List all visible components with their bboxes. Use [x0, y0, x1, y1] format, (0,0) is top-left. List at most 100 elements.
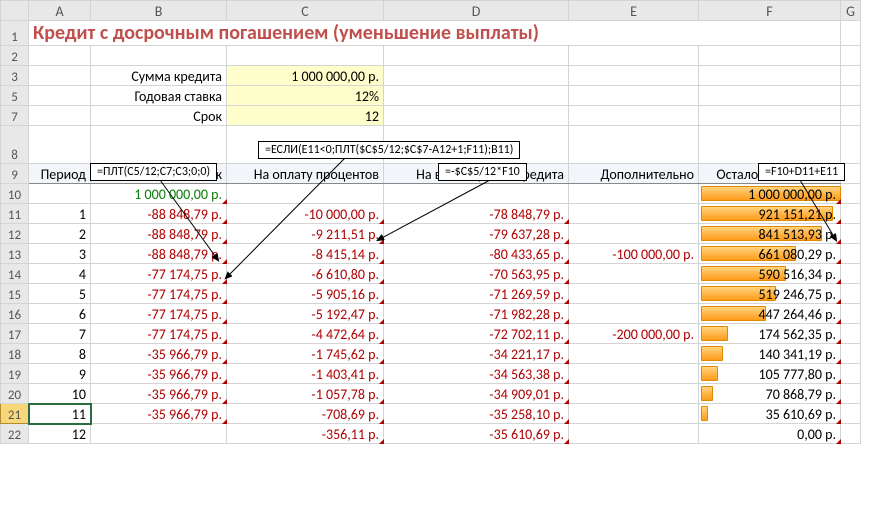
cell-payment[interactable]: -77 174,75 р.: [91, 324, 227, 344]
balance-cell[interactable]: 519 246,75 р.: [699, 284, 841, 304]
input-sum[interactable]: 1 000 000,00 р.: [227, 66, 384, 86]
cell-interest[interactable]: -6 610,80 р.: [227, 264, 384, 284]
cell-extra[interactable]: [569, 204, 699, 224]
table-row[interactable]: 122-88 848,79 р.-9 211,51 р.-79 637,28 р…: [1, 224, 861, 244]
row-number[interactable]: 12: [1, 224, 29, 244]
cell-interest[interactable]: -708,69 р.: [227, 404, 384, 424]
table-row[interactable]: 188-35 966,79 р.-1 745,62 р.-34 221,17 р…: [1, 344, 861, 364]
table-row[interactable]: 166-77 174,75 р.-5 192,47 р.-71 982,28 р…: [1, 304, 861, 324]
table-row[interactable]: 2111-35 966,79 р.-708,69 р.-35 258,10 р.…: [1, 404, 861, 424]
row-number[interactable]: 10: [1, 184, 29, 204]
row-number[interactable]: 20: [1, 384, 29, 404]
cell-period[interactable]: 5: [29, 284, 91, 304]
cell-extra[interactable]: [569, 224, 699, 244]
row-number[interactable]: 13: [1, 244, 29, 264]
row-number[interactable]: 16: [1, 304, 29, 324]
row-number[interactable]: 18: [1, 344, 29, 364]
row-number[interactable]: 7: [1, 106, 29, 126]
row-number[interactable]: 21: [1, 404, 29, 424]
cell-payment[interactable]: -77 174,75 р.: [91, 264, 227, 284]
cell-principal[interactable]: -72 702,11 р.: [384, 324, 569, 344]
cell-period[interactable]: 1: [29, 204, 91, 224]
cell-extra[interactable]: [569, 364, 699, 384]
table-row[interactable]: 2212 -356,11 р.-35 610,69 р. 0,00 р.: [1, 424, 861, 444]
balance-cell[interactable]: 140 341,19 р.: [699, 344, 841, 364]
balance-cell[interactable]: 105 777,80 р.: [699, 364, 841, 384]
balance-cell[interactable]: 921 151,21 р.: [699, 204, 841, 224]
cell-period[interactable]: 2: [29, 224, 91, 244]
cell-principal[interactable]: -78 848,79 р.: [384, 204, 569, 224]
balance-cell[interactable]: 841 513,93 р.: [699, 224, 841, 244]
table-row[interactable]: 177-77 174,75 р.-4 472,64 р.-72 702,11 р…: [1, 324, 861, 344]
cell-interest[interactable]: -1 403,41 р.: [227, 364, 384, 384]
cell-period[interactable]: 6: [29, 304, 91, 324]
cell-extra[interactable]: -200 000,00 р.: [569, 324, 699, 344]
row-number[interactable]: 22: [1, 424, 29, 444]
cell-principal[interactable]: -79 637,28 р.: [384, 224, 569, 244]
cell-payment[interactable]: -88 848,79 р.: [91, 204, 227, 224]
cell-interest[interactable]: -5 905,16 р.: [227, 284, 384, 304]
cell-extra[interactable]: -100 000,00 р.: [569, 244, 699, 264]
row-number[interactable]: 1: [1, 21, 29, 46]
cell-principal[interactable]: -80 433,65 р.: [384, 244, 569, 264]
cell-principal[interactable]: -34 909,01 р.: [384, 384, 569, 404]
row-number[interactable]: 9: [1, 164, 29, 184]
cell-interest[interactable]: -8 415,14 р.: [227, 244, 384, 264]
cell-period[interactable]: 12: [29, 424, 91, 444]
row-number[interactable]: 14: [1, 264, 29, 284]
col-header-E[interactable]: E: [569, 1, 699, 21]
cell-period[interactable]: 9: [29, 364, 91, 384]
cell-extra[interactable]: [569, 304, 699, 324]
col-header-A[interactable]: A: [29, 1, 91, 21]
table-row[interactable]: 2010-35 966,79 р.-1 057,78 р.-34 909,01 …: [1, 384, 861, 404]
cell-extra[interactable]: [569, 284, 699, 304]
table-row[interactable]: 111-88 848,79 р.-10 000,00 р.-78 848,79 …: [1, 204, 861, 224]
cell-principal[interactable]: -35 610,69 р.: [384, 424, 569, 444]
cell-interest[interactable]: -4 472,64 р.: [227, 324, 384, 344]
cell-period[interactable]: 4: [29, 264, 91, 284]
col-header-G[interactable]: G: [841, 1, 861, 21]
balance-cell[interactable]: 447 264,46 р.: [699, 304, 841, 324]
cell-principal[interactable]: -34 563,38 р.: [384, 364, 569, 384]
cell-period[interactable]: 11: [29, 404, 91, 424]
cell-payment[interactable]: -35 966,79 р.: [91, 404, 227, 424]
table-row[interactable]: 144-77 174,75 р.-6 610,80 р.-70 563,95 р…: [1, 264, 861, 284]
col-header-B[interactable]: B: [91, 1, 227, 21]
cell-payment[interactable]: -77 174,75 р.: [91, 304, 227, 324]
column-headers[interactable]: A B C D E F G: [1, 1, 861, 21]
cell-payment[interactable]: [91, 424, 227, 444]
cell-principal[interactable]: -71 982,28 р.: [384, 304, 569, 324]
cell-period[interactable]: 3: [29, 244, 91, 264]
cell-interest[interactable]: -9 211,51 р.: [227, 224, 384, 244]
col-header-F[interactable]: F: [699, 1, 841, 21]
cell-period[interactable]: 7: [29, 324, 91, 344]
cell-principal[interactable]: -70 563,95 р.: [384, 264, 569, 284]
cell-payment[interactable]: -77 174,75 р.: [91, 284, 227, 304]
balance-cell[interactable]: 590 516,34 р.: [699, 264, 841, 284]
cell-payment[interactable]: -35 966,79 р.: [91, 344, 227, 364]
balance-cell[interactable]: 70 868,79 р.: [699, 384, 841, 404]
cell-principal[interactable]: -71 269,59 р.: [384, 284, 569, 304]
cell-extra[interactable]: [569, 264, 699, 284]
cell-interest[interactable]: -5 192,47 р.: [227, 304, 384, 324]
table-row[interactable]: 199-35 966,79 р.-1 403,41 р.-34 563,38 р…: [1, 364, 861, 384]
row-number[interactable]: 19: [1, 364, 29, 384]
balance-cell[interactable]: 0,00 р.: [699, 424, 841, 444]
cell-principal[interactable]: -34 221,17 р.: [384, 344, 569, 364]
cell-payment[interactable]: -35 966,79 р.: [91, 364, 227, 384]
cell-period[interactable]: 10: [29, 384, 91, 404]
cell-extra[interactable]: [569, 384, 699, 404]
row-number[interactable]: 2: [1, 46, 29, 66]
cell-payment[interactable]: -35 966,79 р.: [91, 384, 227, 404]
table-row[interactable]: 133-88 848,79 р.-8 415,14 р.-80 433,65 р…: [1, 244, 861, 264]
cell-interest[interactable]: -356,11 р.: [227, 424, 384, 444]
input-rate[interactable]: 12%: [227, 86, 384, 106]
cell-principal[interactable]: -35 258,10 р.: [384, 404, 569, 424]
row-number[interactable]: 5: [1, 86, 29, 106]
spreadsheet-grid[interactable]: A B C D E F G 1 Кредит с досрочным погаш…: [0, 0, 861, 444]
cell-interest[interactable]: -1 057,78 р.: [227, 384, 384, 404]
row-1[interactable]: 1 Кредит с досрочным погашением (уменьше…: [1, 21, 861, 46]
col-header-D[interactable]: D: [384, 1, 569, 21]
cell-period[interactable]: 8: [29, 344, 91, 364]
cell-extra[interactable]: [569, 404, 699, 424]
